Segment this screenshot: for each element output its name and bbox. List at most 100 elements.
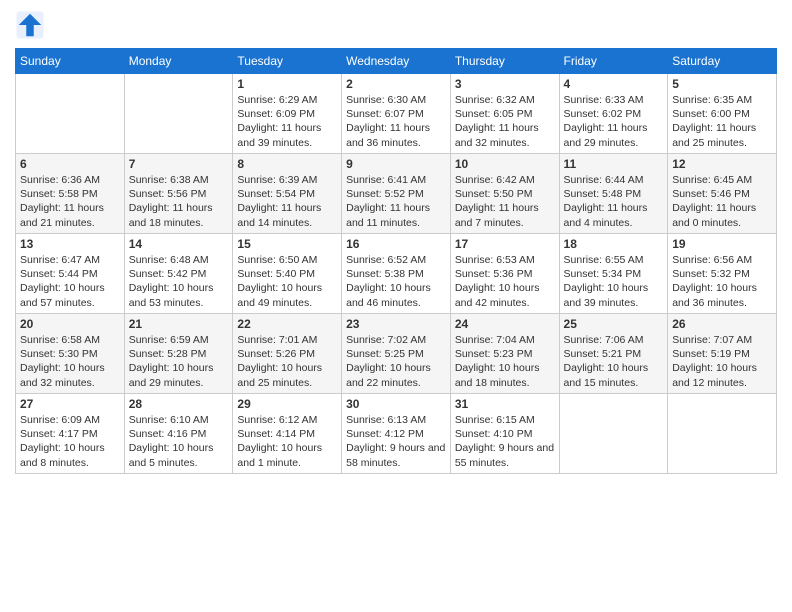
week-row-2: 6 Sunrise: 6:36 AM Sunset: 5:58 PM Daylig… [16, 154, 777, 234]
day-cell: 20Sunrise: 6:58 AM Sunset: 5:30 PM Dayli… [16, 314, 125, 394]
day-cell: 9 Sunrise: 6:41 AM Sunset: 5:52 PM Daylig… [342, 154, 451, 234]
day-cell: 24Sunrise: 7:04 AM Sunset: 5:23 PM Dayli… [450, 314, 559, 394]
day-info: Sunrise: 6:53 AM Sunset: 5:36 PM Dayligh… [455, 253, 555, 310]
day-info: Sunrise: 6:38 AM Sunset: 5:56 PM Dayligh… [129, 173, 229, 230]
day-number: 17 [455, 237, 555, 251]
day-cell: 7Sunrise: 6:38 AM Sunset: 5:56 PM Daylig… [124, 154, 233, 234]
day-cell [559, 394, 668, 474]
logo [15, 10, 49, 40]
day-info: Sunrise: 6:13 AM Sunset: 4:12 PM Dayligh… [346, 413, 446, 470]
day-info: Sunrise: 7:07 AM Sunset: 5:19 PM Dayligh… [672, 333, 772, 390]
day-info: Sunrise: 6:45 AM Sunset: 5:46 PM Dayligh… [672, 173, 772, 230]
day-info: Sunrise: 6:33 AM Sunset: 6:02 PM Dayligh… [564, 93, 664, 150]
day-cell: 2 Sunrise: 6:30 AM Sunset: 6:07 PM Daylig… [342, 74, 451, 154]
day-info: Sunrise: 6:30 AM Sunset: 6:07 PM Dayligh… [346, 93, 446, 150]
day-cell: 21Sunrise: 6:59 AM Sunset: 5:28 PM Dayli… [124, 314, 233, 394]
day-number: 16 [346, 237, 446, 251]
week-row-5: 27 Sunrise: 6:09 AM Sunset: 4:17 PM Dayli… [16, 394, 777, 474]
weekday-header-tuesday: Tuesday [233, 49, 342, 74]
day-number: 25 [564, 317, 664, 331]
day-cell: 27 Sunrise: 6:09 AM Sunset: 4:17 PM Dayli… [16, 394, 125, 474]
day-number: 28 [129, 397, 229, 411]
day-number: 15 [237, 237, 337, 251]
day-cell: 31 Sunrise: 6:15 AM Sunset: 4:10 PM Dayli… [450, 394, 559, 474]
day-info: Sunrise: 6:50 AM Sunset: 5:40 PM Dayligh… [237, 253, 337, 310]
day-number: 8 [237, 157, 337, 171]
day-cell: 26 Sunrise: 7:07 AM Sunset: 5:19 PM Dayli… [668, 314, 777, 394]
day-cell: 18 Sunrise: 6:55 AM Sunset: 5:34 PM Dayli… [559, 234, 668, 314]
day-cell: 11 Sunrise: 6:44 AM Sunset: 5:48 PM Dayli… [559, 154, 668, 234]
day-cell: 23 Sunrise: 7:02 AM Sunset: 5:25 PM Dayli… [342, 314, 451, 394]
weekday-header-thursday: Thursday [450, 49, 559, 74]
weekday-header-row: SundayMondayTuesdayWednesdayThursdayFrid… [16, 49, 777, 74]
day-cell: 14Sunrise: 6:48 AM Sunset: 5:42 PM Dayli… [124, 234, 233, 314]
day-info: Sunrise: 6:35 AM Sunset: 6:00 PM Dayligh… [672, 93, 772, 150]
day-number: 26 [672, 317, 772, 331]
day-number: 21 [129, 317, 229, 331]
day-cell: 30Sunrise: 6:13 AM Sunset: 4:12 PM Dayli… [342, 394, 451, 474]
day-cell: 22 Sunrise: 7:01 AM Sunset: 5:26 PM Dayli… [233, 314, 342, 394]
day-info: Sunrise: 6:36 AM Sunset: 5:58 PM Dayligh… [20, 173, 120, 230]
header [15, 10, 777, 40]
day-cell: 3 Sunrise: 6:32 AM Sunset: 6:05 PM Daylig… [450, 74, 559, 154]
day-cell: 29Sunrise: 6:12 AM Sunset: 4:14 PM Dayli… [233, 394, 342, 474]
day-info: Sunrise: 6:12 AM Sunset: 4:14 PM Dayligh… [237, 413, 337, 470]
day-info: Sunrise: 6:56 AM Sunset: 5:32 PM Dayligh… [672, 253, 772, 310]
day-number: 18 [564, 237, 664, 251]
weekday-header-monday: Monday [124, 49, 233, 74]
day-number: 4 [564, 77, 664, 91]
weekday-header-friday: Friday [559, 49, 668, 74]
day-number: 24 [455, 317, 555, 331]
day-cell: 4 Sunrise: 6:33 AM Sunset: 6:02 PM Daylig… [559, 74, 668, 154]
day-number: 9 [346, 157, 446, 171]
week-row-3: 13Sunrise: 6:47 AM Sunset: 5:44 PM Dayli… [16, 234, 777, 314]
day-number: 11 [564, 157, 664, 171]
day-number: 1 [237, 77, 337, 91]
day-number: 27 [20, 397, 120, 411]
day-cell: 17 Sunrise: 6:53 AM Sunset: 5:36 PM Dayli… [450, 234, 559, 314]
day-cell: 16 Sunrise: 6:52 AM Sunset: 5:38 PM Dayli… [342, 234, 451, 314]
week-row-1: 1Sunrise: 6:29 AM Sunset: 6:09 PM Daylig… [16, 74, 777, 154]
day-number: 20 [20, 317, 120, 331]
day-info: Sunrise: 6:48 AM Sunset: 5:42 PM Dayligh… [129, 253, 229, 310]
day-info: Sunrise: 6:42 AM Sunset: 5:50 PM Dayligh… [455, 173, 555, 230]
day-number: 2 [346, 77, 446, 91]
day-info: Sunrise: 6:09 AM Sunset: 4:17 PM Dayligh… [20, 413, 120, 470]
day-number: 6 [20, 157, 120, 171]
day-cell: 1Sunrise: 6:29 AM Sunset: 6:09 PM Daylig… [233, 74, 342, 154]
day-number: 19 [672, 237, 772, 251]
day-info: Sunrise: 7:01 AM Sunset: 5:26 PM Dayligh… [237, 333, 337, 390]
weekday-header-saturday: Saturday [668, 49, 777, 74]
day-info: Sunrise: 6:41 AM Sunset: 5:52 PM Dayligh… [346, 173, 446, 230]
day-info: Sunrise: 6:52 AM Sunset: 5:38 PM Dayligh… [346, 253, 446, 310]
day-number: 3 [455, 77, 555, 91]
day-cell: 5 Sunrise: 6:35 AM Sunset: 6:00 PM Daylig… [668, 74, 777, 154]
day-info: Sunrise: 6:39 AM Sunset: 5:54 PM Dayligh… [237, 173, 337, 230]
day-number: 10 [455, 157, 555, 171]
day-info: Sunrise: 6:32 AM Sunset: 6:05 PM Dayligh… [455, 93, 555, 150]
day-number: 22 [237, 317, 337, 331]
day-cell [668, 394, 777, 474]
day-cell: 8 Sunrise: 6:39 AM Sunset: 5:54 PM Daylig… [233, 154, 342, 234]
day-number: 23 [346, 317, 446, 331]
day-number: 31 [455, 397, 555, 411]
day-cell: 19 Sunrise: 6:56 AM Sunset: 5:32 PM Dayli… [668, 234, 777, 314]
page: SundayMondayTuesdayWednesdayThursdayFrid… [0, 0, 792, 612]
day-info: Sunrise: 7:06 AM Sunset: 5:21 PM Dayligh… [564, 333, 664, 390]
day-number: 5 [672, 77, 772, 91]
day-cell: 15 Sunrise: 6:50 AM Sunset: 5:40 PM Dayli… [233, 234, 342, 314]
week-row-4: 20Sunrise: 6:58 AM Sunset: 5:30 PM Dayli… [16, 314, 777, 394]
day-info: Sunrise: 6:44 AM Sunset: 5:48 PM Dayligh… [564, 173, 664, 230]
day-info: Sunrise: 6:10 AM Sunset: 4:16 PM Dayligh… [129, 413, 229, 470]
day-cell [124, 74, 233, 154]
day-cell: 28 Sunrise: 6:10 AM Sunset: 4:16 PM Dayli… [124, 394, 233, 474]
calendar-table: SundayMondayTuesdayWednesdayThursdayFrid… [15, 48, 777, 474]
day-cell: 25 Sunrise: 7:06 AM Sunset: 5:21 PM Dayli… [559, 314, 668, 394]
day-info: Sunrise: 6:15 AM Sunset: 4:10 PM Dayligh… [455, 413, 555, 470]
day-info: Sunrise: 7:02 AM Sunset: 5:25 PM Dayligh… [346, 333, 446, 390]
day-cell: 12Sunrise: 6:45 AM Sunset: 5:46 PM Dayli… [668, 154, 777, 234]
day-info: Sunrise: 6:55 AM Sunset: 5:34 PM Dayligh… [564, 253, 664, 310]
logo-icon [15, 10, 45, 40]
day-cell [16, 74, 125, 154]
day-number: 13 [20, 237, 120, 251]
